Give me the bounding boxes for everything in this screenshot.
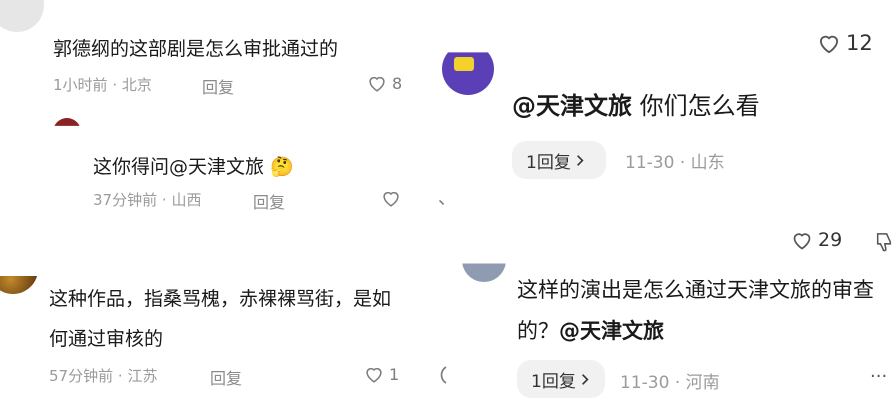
avatar[interactable] [53,118,81,126]
heart-outline-icon [369,76,385,92]
comment-location: 河南 [685,373,720,393]
mention-link[interactable]: @天津文旅 [559,319,664,343]
comment-text: 郭德纲的这部剧是怎么审批通过的 [53,38,339,60]
avatar-badge [454,57,474,71]
like-button[interactable]: 1 [363,363,399,385]
comment-location: 山东 [690,153,725,173]
comment-location: 北京 [121,76,152,94]
comment-body: 你们怎么看 [632,92,760,120]
left-panel: 郭德纲的这部剧是怎么审批通过的 1小时前 · 北京 回复 8 这你得问@天津文旅… [0,0,456,411]
like-count: 29 [818,229,843,251]
comment-text: 这样的演出是怎么通过天津文旅的审查 [517,278,874,302]
like-count: 12 [846,31,873,55]
comment-time: 57分钟前 [49,367,114,385]
avatar[interactable] [442,52,494,95]
comment-date: 11-30 [625,153,675,173]
like-button[interactable]: 12 [816,30,873,56]
right-panel: 12 @天津文旅 你们怎么看 1回复 11-30 · 山东 29 这样的演出是怎… [442,0,893,411]
like-button[interactable]: 29 [790,228,842,252]
meta-separator: · [112,76,118,94]
comment-text-continued: 何通过审核的 [49,328,164,350]
reply-button[interactable]: 回复 [210,365,242,389]
comment-location: 江苏 [127,367,158,385]
replies-button[interactable]: 1回复 [512,141,606,179]
avatar[interactable] [0,0,44,32]
thumbs-down-icon[interactable] [875,230,893,254]
heart-outline-icon [366,367,382,383]
comment-body: 的？ [517,319,559,343]
chevron-right-icon [581,373,589,385]
mention-link[interactable]: @天津文旅 [169,156,264,178]
meta-separator: · [674,373,681,393]
comment-text: 这你得问@天津文旅 🤔 [93,152,294,179]
avatar[interactable] [0,276,38,294]
thinking-emoji: 🤔 [270,156,294,178]
comment-time: 1小时前 [53,76,108,94]
like-count: 1 [389,364,400,384]
comment-meta: 11-30 · 山东 [625,148,725,173]
meta-separator: · [117,367,123,385]
mention-link[interactable]: @天津文旅 [512,92,632,120]
comment-text-continued: 的？@天津文旅 [517,315,664,345]
heart-outline-icon [793,233,811,250]
like-button[interactable] [380,187,402,209]
meta-separator: · [679,153,686,173]
comment-text: @天津文旅 你们怎么看 [512,86,760,121]
avatar[interactable] [462,263,506,282]
heart-outline-icon [383,191,399,207]
comment-time: 37分钟前 [93,191,158,209]
reply-button[interactable]: 回复 [253,189,285,213]
reply-button[interactable]: 回复 [202,74,234,98]
comment-meta: 1小时前 · 北京 [53,74,152,95]
comment-body: 这你得问 [93,156,170,178]
comment-meta: 11-30 · 河南 [620,368,720,393]
more-icon[interactable]: ··· [870,366,887,387]
comment-date: 11-30 [620,373,670,393]
comment-meta: 37分钟前 · 山西 [93,189,201,210]
replies-button[interactable]: 1回复 [517,360,605,398]
comment-meta: 57分钟前 · 江苏 [49,365,157,386]
comment-location: 山西 [171,191,202,209]
reply-count: 1回复 [531,371,576,392]
like-button[interactable]: 8 [366,72,402,94]
like-count: 8 [392,73,403,93]
heart-outline-icon [819,35,839,54]
meta-separator: · [161,191,167,209]
reply-count: 1回复 [526,152,571,173]
partial-dislike-icon [440,366,447,384]
chevron-right-icon [576,154,584,166]
comment-text: 这种作品，指桑骂槐，赤裸裸骂街，是如 [49,288,392,310]
